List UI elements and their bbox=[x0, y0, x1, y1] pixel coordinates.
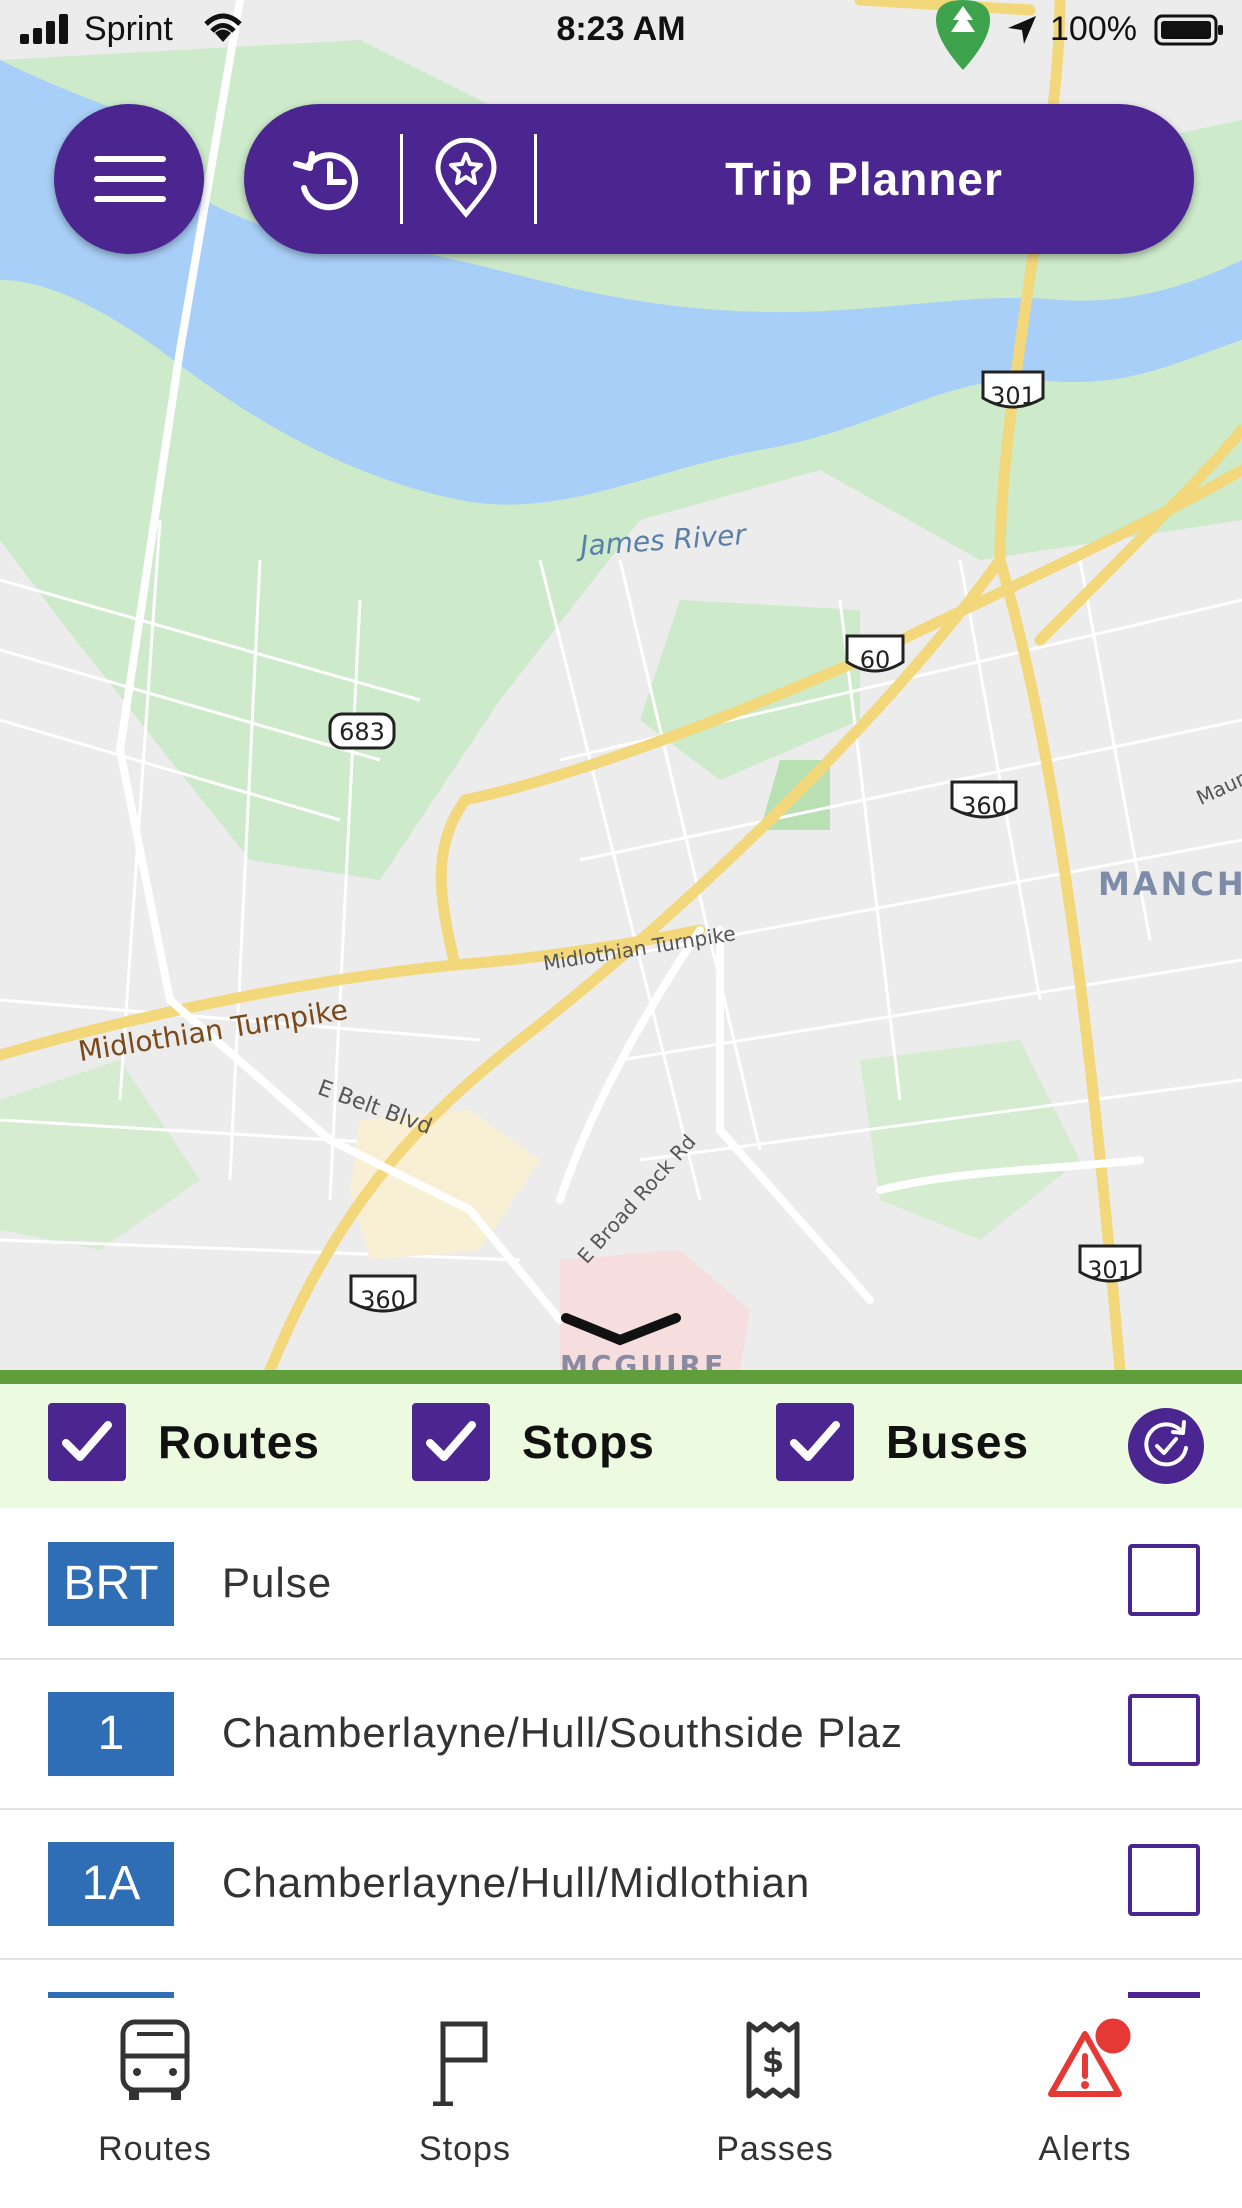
routes-checkbox[interactable] bbox=[48, 1403, 126, 1481]
tab-passes-label: Passes bbox=[716, 2130, 834, 2168]
svg-text:301: 301 bbox=[1087, 1256, 1133, 1284]
map-label-midlothian-turnpike-small: Midlothian Turnpike bbox=[541, 921, 737, 975]
refresh-button[interactable] bbox=[1128, 1408, 1204, 1484]
bottom-tab-bar: Routes Stops $ Passes Alerts bbox=[0, 1998, 1242, 2208]
highway-shield: 360 bbox=[950, 780, 1018, 820]
filter-buses-label: Buses bbox=[886, 1416, 1030, 1468]
route-list[interactable]: BRT Pulse 1 Chamberlayne/Hull/Southside … bbox=[0, 1508, 1242, 1998]
tab-routes-label: Routes bbox=[98, 2130, 212, 2168]
battery-percent: 100% bbox=[1050, 10, 1137, 48]
tab-passes[interactable]: $ Passes bbox=[620, 1998, 930, 2208]
map-label-broad-rock-rd: E Broad Rock Rd bbox=[572, 1130, 700, 1269]
route-checkbox[interactable] bbox=[1128, 1694, 1200, 1766]
route-badge: 1 bbox=[48, 1692, 174, 1776]
route-row[interactable]: 1 Chamberlayne/Hull/Southside Plaz bbox=[0, 1658, 1242, 1810]
checkmark-icon bbox=[790, 1421, 840, 1461]
filter-routes[interactable]: Routes bbox=[48, 1402, 320, 1482]
route-name: Chamberlayne/Hull/Midlothian bbox=[222, 1859, 811, 1906]
trip-planner-bar: Trip Planner bbox=[244, 104, 1194, 254]
highway-shield: 301 bbox=[1078, 1244, 1142, 1284]
ticket-icon: $ bbox=[746, 2021, 800, 2099]
highway-shield: 360 bbox=[349, 1274, 417, 1314]
svg-text:$: $ bbox=[762, 2042, 784, 2080]
highway-shield: 301 bbox=[981, 370, 1045, 410]
location-arrow-icon bbox=[1008, 16, 1036, 44]
refresh-check-icon bbox=[1144, 1420, 1188, 1467]
route-row[interactable]: 1A Chamberlayne/Hull/Midlothian bbox=[0, 1808, 1242, 1960]
filter-stops[interactable]: Stops bbox=[412, 1402, 655, 1482]
svg-text:301: 301 bbox=[990, 382, 1036, 410]
trip-planner-button[interactable]: Trip Planner bbox=[534, 104, 1194, 254]
alert-badge bbox=[1092, 2016, 1134, 2057]
buses-checkbox[interactable] bbox=[776, 1403, 854, 1481]
menu-button[interactable] bbox=[54, 104, 204, 254]
highway-shield: 683 bbox=[328, 712, 396, 750]
svg-text:683: 683 bbox=[339, 718, 385, 746]
app: James River Midlothian Turnpike Midlothi… bbox=[0, 0, 1242, 2208]
bus-icon bbox=[120, 2019, 190, 2100]
filter-stops-label: Stops bbox=[522, 1416, 655, 1468]
filter-routes-label: Routes bbox=[158, 1416, 320, 1468]
map-label-area: MANCH bbox=[1098, 865, 1242, 903]
map-label-area2: MCGUIRE bbox=[560, 1349, 726, 1370]
route-checkbox[interactable] bbox=[1128, 1544, 1200, 1616]
route-checkbox[interactable] bbox=[1128, 1844, 1200, 1916]
tab-alerts-label: Alerts bbox=[1038, 2130, 1132, 2168]
route-badge: 1A bbox=[48, 1842, 174, 1926]
checkmark-icon bbox=[426, 1421, 476, 1461]
star-pin-icon[interactable] bbox=[424, 138, 508, 222]
battery-icon bbox=[1154, 14, 1223, 46]
svg-text:360: 360 bbox=[961, 792, 1007, 820]
history-icon[interactable] bbox=[288, 138, 372, 222]
tab-stops[interactable]: Stops bbox=[310, 1998, 620, 2208]
svg-text:360: 360 bbox=[360, 1286, 406, 1314]
map-label-maury: Maur bbox=[1193, 767, 1242, 810]
tab-routes[interactable]: Routes bbox=[0, 1998, 310, 2208]
stop-flag-icon bbox=[433, 2021, 488, 2106]
status-bar: Sprint 8:23 AM 100% bbox=[0, 0, 1242, 60]
tab-alerts[interactable]: Alerts bbox=[930, 1998, 1240, 2208]
tab-stops-label: Stops bbox=[419, 2130, 511, 2168]
sheet-handle-strip bbox=[0, 1370, 1242, 1384]
route-row[interactable]: BRT Pulse bbox=[0, 1508, 1242, 1660]
route-name: Pulse bbox=[222, 1559, 333, 1606]
svg-text:60: 60 bbox=[860, 646, 891, 674]
checkmark-icon bbox=[62, 1421, 112, 1461]
alert-icon bbox=[1048, 2016, 1134, 2097]
route-name: Chamberlayne/Hull/Southside Plaz bbox=[222, 1709, 904, 1756]
layer-filter-bar: Routes Stops Buses bbox=[0, 1384, 1242, 1508]
route-badge: BRT bbox=[48, 1542, 174, 1626]
filter-buses[interactable]: Buses bbox=[776, 1402, 1029, 1482]
stops-checkbox[interactable] bbox=[412, 1403, 490, 1481]
